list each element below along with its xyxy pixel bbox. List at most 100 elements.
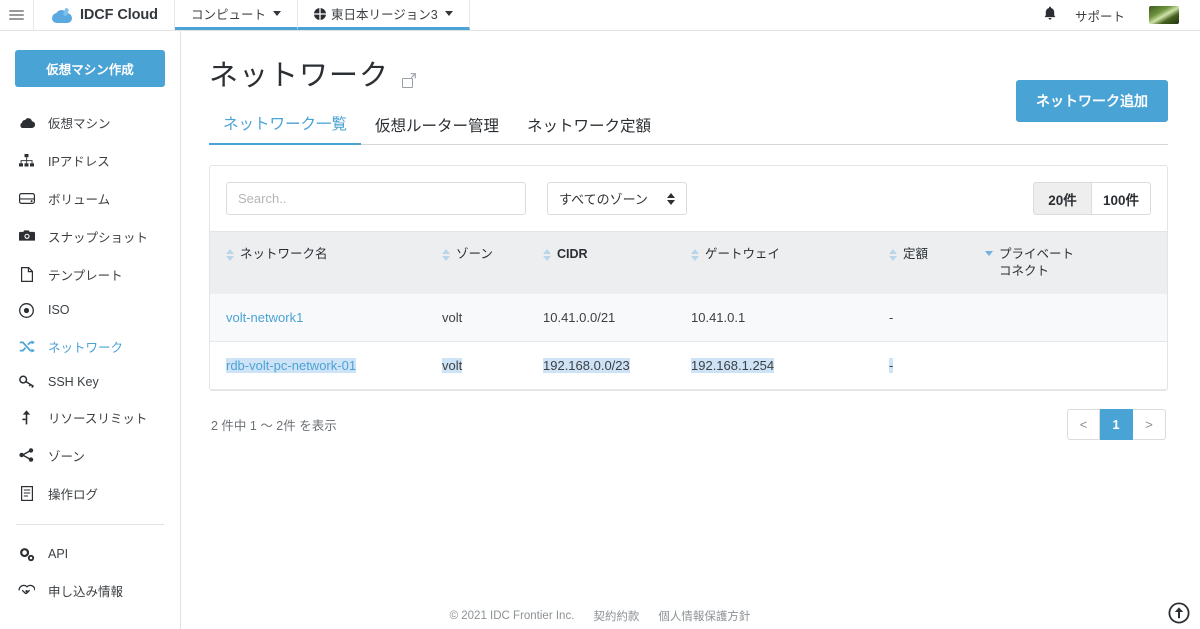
sidebar-item-label: 仮想マシン bbox=[48, 116, 111, 131]
result-count-text: 2 件中 1 〜 2件 を表示 bbox=[211, 418, 337, 433]
sidebar-item-template[interactable]: テンプレート bbox=[0, 255, 180, 293]
avatar bbox=[1149, 6, 1179, 24]
external-link-icon[interactable] bbox=[402, 73, 416, 88]
sidebar-item-virtual-machine[interactable]: 仮想マシン bbox=[0, 103, 180, 141]
column-header-gateway[interactable]: ゲートウェイ bbox=[691, 232, 889, 294]
bell-icon bbox=[1044, 6, 1056, 20]
network-link[interactable]: volt-network1 bbox=[226, 310, 303, 325]
column-header-private-connect[interactable]: プライベート コネクト bbox=[985, 232, 1167, 294]
sidebar-item-label: SSH Key bbox=[48, 374, 99, 389]
cell-gateway: 192.168.1.254 bbox=[691, 341, 889, 390]
cell-cidr: 10.41.0.0/21 bbox=[543, 293, 691, 342]
sidebar-item-label: API bbox=[48, 547, 69, 561]
hamburger-icon bbox=[9, 8, 24, 23]
scroll-to-top-button[interactable] bbox=[1168, 602, 1190, 624]
brand-logo[interactable]: IDCF Cloud bbox=[34, 0, 175, 30]
top-navigation-bar: IDCF Cloud コンピュート 東日本リージョン3 サポート bbox=[0, 0, 1200, 31]
network-link[interactable]: rdb-volt-pc-network-01 bbox=[226, 357, 357, 373]
cloud-icon bbox=[18, 117, 35, 128]
file-icon bbox=[18, 266, 35, 282]
hamburger-menu-button[interactable] bbox=[0, 0, 34, 30]
sidebar-item-resource-limit[interactable]: リソースリミット bbox=[0, 398, 180, 436]
zone-filter-select[interactable]: すべてのゾーン bbox=[547, 182, 687, 215]
gears-icon bbox=[18, 547, 35, 562]
sort-icon bbox=[691, 246, 699, 261]
column-label: ゾーン bbox=[456, 247, 493, 261]
search-input[interactable] bbox=[226, 182, 526, 215]
cell-network-name[interactable]: rdb-volt-pc-network-01 bbox=[210, 341, 442, 390]
cell-network-name[interactable]: volt-network1 bbox=[210, 293, 442, 342]
user-account-dropdown[interactable] bbox=[1149, 6, 1186, 24]
add-network-button[interactable]: ネットワーク追加 bbox=[1016, 80, 1168, 122]
globe-icon bbox=[313, 7, 326, 20]
table-footer: 2 件中 1 〜 2件 を表示 < 1 > bbox=[209, 391, 1168, 440]
notifications-bell-button[interactable] bbox=[1043, 6, 1057, 24]
cell-gateway-text: 192.168.1.254 bbox=[691, 357, 775, 373]
cell-cidr-text: 192.168.0.0/23 bbox=[543, 357, 630, 373]
pagination: < 1 > bbox=[1067, 408, 1166, 440]
chevron-down-icon bbox=[272, 11, 281, 16]
column-label: CIDR bbox=[557, 247, 588, 261]
sidebar-item-label: ボリューム bbox=[48, 192, 111, 207]
table-header-row: ネットワーク名 ゾーン CIDR ゲートウェイ 定額 プライベート コネクト bbox=[210, 232, 1167, 294]
sidebar-item-label: IPアドレス bbox=[48, 154, 110, 169]
copyright-text: © 2021 IDC Frontier Inc. bbox=[449, 610, 575, 622]
camera-icon bbox=[18, 230, 35, 242]
sidebar-item-label: スナップショット bbox=[48, 230, 149, 245]
chevron-down-icon bbox=[985, 246, 993, 256]
shuffle-icon bbox=[18, 339, 35, 353]
pagination-page-1[interactable]: 1 bbox=[1100, 408, 1133, 440]
tab-network-flat-rate[interactable]: ネットワーク定額 bbox=[513, 114, 665, 145]
sort-icon bbox=[442, 246, 450, 261]
zone-filter-value: すべてのゾーン bbox=[559, 192, 648, 207]
table-header: ネットワーク名 ゾーン CIDR ゲートウェイ 定額 プライベート コネクト bbox=[210, 232, 1167, 294]
share-icon bbox=[18, 448, 35, 462]
column-header-flat-rate[interactable]: 定額 bbox=[889, 232, 985, 294]
sort-icon bbox=[889, 246, 897, 261]
sidebar-item-ssh-key[interactable]: SSH Key bbox=[0, 365, 180, 398]
page-size-group: 20件 100件 bbox=[1033, 182, 1151, 215]
page-size-20[interactable]: 20件 bbox=[1033, 182, 1092, 215]
sidebar-item-network[interactable]: ネットワーク bbox=[0, 327, 180, 365]
sidebar-item-label: リソースリミット bbox=[48, 411, 148, 426]
column-header-network-name[interactable]: ネットワーク名 bbox=[210, 232, 442, 294]
sidebar-item-snapshot[interactable]: スナップショット bbox=[0, 217, 180, 255]
sidebar-item-api[interactable]: API bbox=[0, 537, 180, 571]
sidebar-item-ip-address[interactable]: IPアドレス bbox=[0, 141, 180, 179]
footer-link-privacy[interactable]: 個人情報保護方針 bbox=[658, 608, 750, 624]
page-title: ネットワーク bbox=[209, 60, 390, 92]
cell-private-connect bbox=[985, 341, 1167, 390]
pagination-next-button[interactable]: > bbox=[1133, 408, 1166, 440]
table-row[interactable]: volt-network1 volt 10.41.0.0/21 10.41.0.… bbox=[210, 293, 1167, 342]
page-body: 仮想マシン作成 仮想マシン IPアドレス ボリューム スナップショット テンプレ… bbox=[0, 31, 1200, 629]
select-arrows-icon bbox=[667, 192, 675, 205]
tab-virtual-router-management[interactable]: 仮想ルーター管理 bbox=[361, 114, 513, 145]
pagination-prev-button[interactable]: < bbox=[1067, 408, 1100, 440]
page-size-100[interactable]: 100件 bbox=[1092, 182, 1151, 215]
page-footer: © 2021 IDC Frontier Inc. 契約約款 個人情報保護方針 bbox=[0, 603, 1200, 629]
column-header-cidr[interactable]: CIDR bbox=[543, 232, 691, 294]
table-row[interactable]: rdb-volt-pc-network-01 volt 192.168.0.0/… bbox=[210, 341, 1167, 390]
key-icon bbox=[18, 375, 35, 388]
support-dropdown[interactable]: サポート bbox=[1075, 6, 1131, 25]
sidebar-item-label: 申し込み情報 bbox=[48, 584, 124, 599]
column-label: ゲートウェイ bbox=[705, 247, 781, 261]
sidebar-item-volume[interactable]: ボリューム bbox=[0, 179, 180, 217]
nav-compute-dropdown[interactable]: コンピュート bbox=[174, 0, 298, 30]
sidebar-item-operation-log[interactable]: 操作ログ bbox=[0, 474, 180, 512]
column-header-zone[interactable]: ゾーン bbox=[442, 232, 543, 294]
footer-link-terms[interactable]: 契約約款 bbox=[593, 608, 639, 624]
tab-network-list[interactable]: ネットワーク一覧 bbox=[209, 112, 362, 145]
sort-icon bbox=[543, 246, 551, 261]
brand-name: IDCF Cloud bbox=[80, 7, 158, 23]
nav-region-dropdown[interactable]: 東日本リージョン3 bbox=[297, 0, 470, 30]
sidebar-item-zone[interactable]: ゾーン bbox=[0, 436, 180, 474]
cell-zone-text: volt bbox=[442, 357, 463, 373]
column-label: ネットワーク名 bbox=[240, 247, 328, 261]
chevron-down-icon bbox=[444, 11, 453, 16]
page-root: IDCF Cloud コンピュート 東日本リージョン3 サポート 仮想マシン作成… bbox=[0, 0, 1200, 629]
create-vm-button[interactable]: 仮想マシン作成 bbox=[15, 50, 165, 87]
sidebar-item-iso[interactable]: ISO bbox=[0, 293, 180, 327]
topbar-right-group: サポート bbox=[1043, 0, 1200, 30]
